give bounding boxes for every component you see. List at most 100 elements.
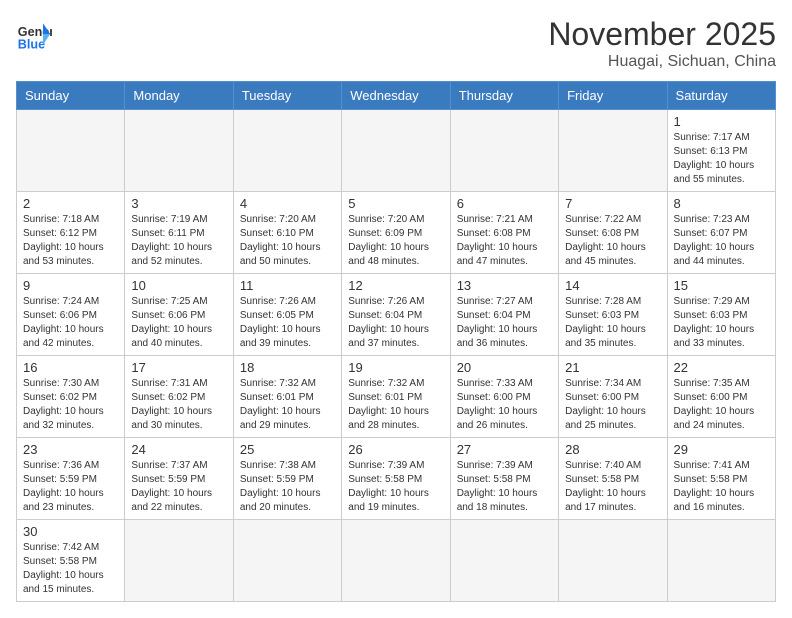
week-row-6: 30 Sunrise: 7:42 AM Sunset: 5:58 PM Dayli… [17,520,776,602]
weekday-wednesday: Wednesday [342,82,450,110]
calendar-cell: 17Sunrise: 7:31 AM Sunset: 6:02 PM Dayli… [125,356,233,438]
day-info: Sunrise: 7:27 AM Sunset: 6:04 PM Dayligh… [457,295,552,351]
day-info: Sunrise: 7:21 AM Sunset: 6:08 PM Dayligh… [457,213,552,269]
day-number: 26 [348,442,443,457]
calendar-cell: 14 Sunrise: 7:28 AM Sunset: 6:03 PM Dayli… [559,274,667,356]
calendar-cell [450,520,558,602]
calendar-cell: 2 Sunrise: 7:18 AM Sunset: 6:12 PM Daylig… [17,192,125,274]
page-header: General Blue November 2025 Huagai, Sichu… [16,16,776,71]
calendar-cell [342,110,450,192]
day-number: 12 [348,278,443,293]
day-number: 27 [457,442,552,457]
day-number: 14 [565,278,660,293]
day-info: Sunrise: 7:24 AM Sunset: 6:06 PM Dayligh… [23,295,118,351]
calendar-cell: 20Sunrise: 7:33 AM Sunset: 6:00 PM Dayli… [450,356,558,438]
weekday-tuesday: Tuesday [233,82,341,110]
calendar-cell [342,520,450,602]
calendar-cell: 27 Sunrise: 7:39 AM Sunset: 5:58 PM Dayli… [450,438,558,520]
day-info: Sunrise: 7:41 AM Sunset: 5:58 PM Dayligh… [674,459,769,515]
calendar-cell: 30 Sunrise: 7:42 AM Sunset: 5:58 PM Dayli… [17,520,125,602]
svg-text:Blue: Blue [18,37,45,51]
day-number: 15 [674,278,769,293]
weekday-saturday: Saturday [667,82,775,110]
calendar-cell [450,110,558,192]
calendar-cell: 19Sunrise: 7:32 AM Sunset: 6:01 PM Dayli… [342,356,450,438]
calendar-cell: 9 Sunrise: 7:24 AM Sunset: 6:06 PM Daylig… [17,274,125,356]
day-number: 7 [565,196,660,211]
weekday-friday: Friday [559,82,667,110]
logo-icon: General Blue [16,16,52,52]
location: Huagai, Sichuan, China [548,53,776,71]
day-info: Sunrise: 7:34 AM Sunset: 6:00 PM Dayligh… [565,377,660,433]
day-info: Sunrise: 7:39 AM Sunset: 5:58 PM Dayligh… [348,459,443,515]
week-row-5: 23 Sunrise: 7:36 AM Sunset: 5:59 PM Dayli… [17,438,776,520]
day-number: 10 [131,278,226,293]
day-info: Sunrise: 7:35 AM Sunset: 6:00 PM Dayligh… [674,377,769,433]
day-info: Sunrise: 7:20 AM Sunset: 6:10 PM Dayligh… [240,213,335,269]
day-number: 20 [457,360,552,375]
calendar-cell: 6 Sunrise: 7:21 AM Sunset: 6:08 PM Daylig… [450,192,558,274]
day-info: Sunrise: 7:22 AM Sunset: 6:08 PM Dayligh… [565,213,660,269]
day-info: Sunrise: 7:17 AM Sunset: 6:13 PM Dayligh… [674,131,769,187]
day-info: Sunrise: 7:36 AM Sunset: 5:59 PM Dayligh… [23,459,118,515]
day-number: 23 [23,442,118,457]
day-number: 1 [674,114,769,129]
day-number: 9 [23,278,118,293]
day-info: Sunrise: 7:31 AM Sunset: 6:02 PM Dayligh… [131,377,226,433]
logo: General Blue [16,16,52,52]
day-number: 25 [240,442,335,457]
calendar-cell: 26 Sunrise: 7:39 AM Sunset: 5:58 PM Dayli… [342,438,450,520]
day-number: 6 [457,196,552,211]
week-row-4: 16Sunrise: 7:30 AM Sunset: 6:02 PM Dayli… [17,356,776,438]
calendar-cell: 10 Sunrise: 7:25 AM Sunset: 6:06 PM Dayli… [125,274,233,356]
day-info: Sunrise: 7:28 AM Sunset: 6:03 PM Dayligh… [565,295,660,351]
day-number: 30 [23,524,118,539]
calendar-table: SundayMondayTuesdayWednesdayThursdayFrid… [16,81,776,602]
calendar-cell [233,110,341,192]
day-number: 18 [240,360,335,375]
day-info: Sunrise: 7:38 AM Sunset: 5:59 PM Dayligh… [240,459,335,515]
day-number: 28 [565,442,660,457]
calendar-cell: 24 Sunrise: 7:37 AM Sunset: 5:59 PM Dayli… [125,438,233,520]
calendar-cell: 23 Sunrise: 7:36 AM Sunset: 5:59 PM Dayli… [17,438,125,520]
title-area: November 2025 Huagai, Sichuan, China [548,16,776,71]
day-info: Sunrise: 7:39 AM Sunset: 5:58 PM Dayligh… [457,459,552,515]
month-title: November 2025 [548,16,776,53]
day-number: 3 [131,196,226,211]
calendar-cell: 13Sunrise: 7:27 AM Sunset: 6:04 PM Dayli… [450,274,558,356]
calendar-cell: 8Sunrise: 7:23 AM Sunset: 6:07 PM Daylig… [667,192,775,274]
day-info: Sunrise: 7:26 AM Sunset: 6:04 PM Dayligh… [348,295,443,351]
day-info: Sunrise: 7:40 AM Sunset: 5:58 PM Dayligh… [565,459,660,515]
weekday-sunday: Sunday [17,82,125,110]
day-info: Sunrise: 7:30 AM Sunset: 6:02 PM Dayligh… [23,377,118,433]
day-number: 21 [565,360,660,375]
day-info: Sunrise: 7:25 AM Sunset: 6:06 PM Dayligh… [131,295,226,351]
day-info: Sunrise: 7:23 AM Sunset: 6:07 PM Dayligh… [674,213,769,269]
calendar-cell: 28 Sunrise: 7:40 AM Sunset: 5:58 PM Dayli… [559,438,667,520]
day-info: Sunrise: 7:18 AM Sunset: 6:12 PM Dayligh… [23,213,118,269]
calendar-cell: 11Sunrise: 7:26 AM Sunset: 6:05 PM Dayli… [233,274,341,356]
day-info: Sunrise: 7:37 AM Sunset: 5:59 PM Dayligh… [131,459,226,515]
calendar-cell [233,520,341,602]
weekday-header-row: SundayMondayTuesdayWednesdayThursdayFrid… [17,82,776,110]
day-number: 2 [23,196,118,211]
calendar-cell [667,520,775,602]
day-number: 5 [348,196,443,211]
calendar-cell: 22 Sunrise: 7:35 AM Sunset: 6:00 PM Dayli… [667,356,775,438]
day-number: 24 [131,442,226,457]
weekday-thursday: Thursday [450,82,558,110]
day-info: Sunrise: 7:42 AM Sunset: 5:58 PM Dayligh… [23,541,118,597]
calendar-cell [559,110,667,192]
weekday-monday: Monday [125,82,233,110]
calendar-cell: 29Sunrise: 7:41 AM Sunset: 5:58 PM Dayli… [667,438,775,520]
calendar-cell: 15 Sunrise: 7:29 AM Sunset: 6:03 PM Dayli… [667,274,775,356]
day-info: Sunrise: 7:29 AM Sunset: 6:03 PM Dayligh… [674,295,769,351]
calendar-cell [559,520,667,602]
day-info: Sunrise: 7:32 AM Sunset: 6:01 PM Dayligh… [348,377,443,433]
day-number: 22 [674,360,769,375]
calendar-cell: 4Sunrise: 7:20 AM Sunset: 6:10 PM Daylig… [233,192,341,274]
calendar-cell [125,110,233,192]
calendar-cell: 3Sunrise: 7:19 AM Sunset: 6:11 PM Daylig… [125,192,233,274]
week-row-3: 9 Sunrise: 7:24 AM Sunset: 6:06 PM Daylig… [17,274,776,356]
week-row-2: 2 Sunrise: 7:18 AM Sunset: 6:12 PM Daylig… [17,192,776,274]
